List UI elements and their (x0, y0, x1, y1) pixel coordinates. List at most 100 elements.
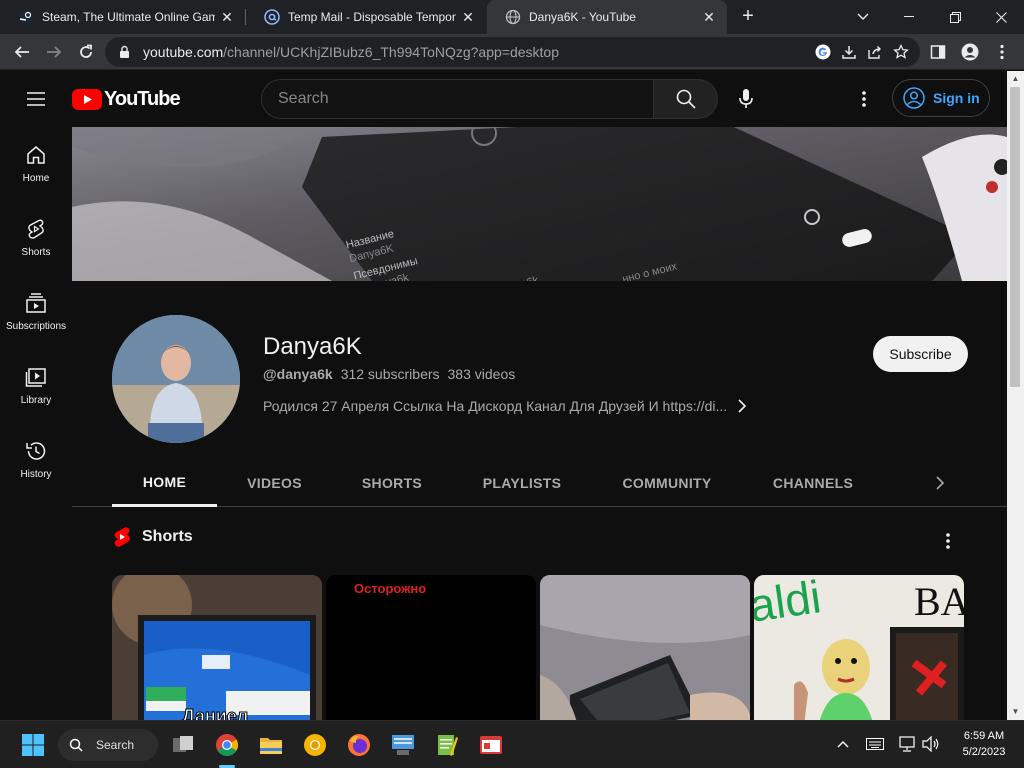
tab-home[interactable]: HOME (112, 459, 217, 507)
scroll-up-arrow-icon[interactable]: ▲ (1007, 71, 1024, 87)
chrome-canary-icon[interactable] (300, 730, 330, 760)
svg-text:BA: BA (914, 579, 964, 624)
new-tab-button[interactable]: + (737, 5, 759, 27)
account-icon (903, 87, 925, 109)
svg-text:aldi: aldi (754, 575, 824, 632)
task-view-icon[interactable] (168, 730, 198, 760)
side-panel-icon[interactable] (924, 38, 952, 66)
settings-more-icon[interactable] (850, 85, 878, 113)
notepad-icon[interactable] (432, 730, 462, 760)
youtube-logo[interactable]: YouTube (72, 88, 181, 111)
scroll-down-arrow-icon[interactable]: ▼ (1007, 704, 1024, 720)
install-app-icon[interactable] (840, 43, 858, 61)
profile-icon[interactable] (956, 38, 984, 66)
url-path: /channel/UCKhjZIBubz6_Th994ToNQzg?app=de… (223, 44, 559, 60)
google-icon[interactable] (814, 43, 832, 61)
app-window-icon[interactable] (476, 730, 506, 760)
search-input[interactable] (278, 90, 653, 108)
reload-icon[interactable] (72, 38, 100, 66)
network-icon[interactable] (896, 733, 918, 755)
taskbar-search[interactable]: Search (58, 729, 158, 761)
lock-icon (119, 45, 133, 59)
system-clock[interactable]: 6:59 AM 5/2/2023 (952, 728, 1016, 760)
browser-tab-tempmail[interactable]: Temp Mail - Disposable Tempora ✕ (246, 0, 486, 34)
channel-avatar[interactable] (112, 315, 240, 443)
short-overlay-text: Даниел (181, 706, 249, 721)
short-thumbnail[interactable]: aldi BA (754, 575, 964, 720)
forward-arrow-icon[interactable] (40, 38, 68, 66)
youtube-play-icon (72, 89, 102, 110)
search-icon (69, 738, 83, 755)
keyboard-icon[interactable] (864, 733, 886, 755)
hamburger-menu-icon[interactable] (24, 87, 48, 111)
short-thumbnail[interactable] (540, 575, 750, 720)
guide-item-shorts[interactable]: Shorts (0, 201, 72, 275)
scrollbar-thumb[interactable] (1010, 87, 1020, 387)
file-explorer-icon[interactable] (256, 730, 286, 760)
shorts-shelf-header: Shorts (112, 526, 193, 548)
volume-icon[interactable] (920, 733, 942, 755)
guide-item-subscriptions[interactable]: Subscriptions (0, 275, 72, 349)
tab-videos[interactable]: VIDEOS (237, 459, 312, 507)
guide-item-label: History (20, 469, 52, 480)
shorts-icon (24, 217, 48, 241)
channel-name: Danya6K (263, 333, 362, 360)
channel-banner: Название Danya6K Псевдонимы @danya6k URL… (72, 127, 1007, 281)
mini-guide: Home Shorts Subscriptions Library Histor… (0, 127, 72, 497)
close-tab-icon[interactable]: ✕ (460, 9, 476, 26)
firefox-icon[interactable] (344, 730, 374, 760)
short-thumbnail[interactable]: Осторожно (326, 575, 536, 720)
channel-handle: @danya6k (263, 366, 333, 382)
shelf-title: Shorts (142, 528, 193, 545)
history-icon (24, 439, 48, 463)
tab-community[interactable]: COMMUNITY (612, 459, 722, 507)
sign-in-label: Sign in (933, 90, 980, 106)
guide-item-history[interactable]: History (0, 423, 72, 497)
chevron-right-icon (737, 399, 747, 413)
chrome-taskbar-icon[interactable] (212, 730, 242, 760)
sign-in-button[interactable]: Sign in (892, 79, 990, 117)
bookmark-star-icon[interactable] (892, 43, 910, 61)
tab-channels[interactable]: CHANNELS (762, 459, 864, 507)
youtube-page: YouTube Sign in (0, 71, 1007, 720)
close-tab-icon[interactable]: ✕ (219, 9, 235, 26)
globe-icon (505, 9, 521, 25)
search-icon (676, 89, 696, 109)
shelf-more-icon[interactable] (936, 529, 960, 553)
share-icon[interactable] (866, 43, 884, 61)
logo-wordmark: YouTube (104, 88, 181, 110)
short-thumbnail[interactable]: Даниел (112, 575, 322, 720)
tab-search-icon[interactable] (840, 0, 886, 34)
channel-description[interactable]: Родился 27 Апреля Ссылка На Дискорд Кана… (263, 398, 747, 414)
subscribe-button[interactable]: Subscribe (873, 336, 968, 372)
guide-item-home[interactable]: Home (0, 127, 72, 201)
windows-taskbar: Search 6:59 AM 5/2/2023 (0, 720, 1024, 768)
browser-toolbar: youtube.com/channel/UCKhjZIBubz6_Th994To… (0, 34, 1024, 70)
browser-tab-steam[interactable]: Steam, The Ultimate Online Gam ✕ (0, 0, 245, 34)
home-icon (24, 143, 48, 167)
tabs-next-chevron-icon[interactable] (928, 471, 952, 495)
guide-item-label: Subscriptions (5, 321, 67, 332)
minimize-icon[interactable] (886, 0, 932, 34)
voice-search-button[interactable] (730, 83, 762, 115)
subscriber-count: 312 subscribers (340, 366, 440, 382)
back-arrow-icon[interactable] (8, 38, 36, 66)
search-box[interactable] (261, 79, 654, 119)
close-tab-icon[interactable]: ✕ (701, 9, 717, 26)
page-scrollbar[interactable]: ▲ ▼ (1007, 71, 1024, 720)
restore-icon[interactable] (932, 0, 978, 34)
touch-keyboard-app-icon[interactable] (388, 730, 418, 760)
tab-playlists[interactable]: PLAYLISTS (472, 459, 572, 507)
tab-shorts[interactable]: SHORTS (354, 459, 430, 507)
chrome-menu-icon[interactable] (988, 38, 1016, 66)
library-icon (24, 365, 48, 389)
close-window-icon[interactable] (978, 0, 1024, 34)
windows-start-icon[interactable] (18, 730, 48, 760)
guide-item-library[interactable]: Library (0, 349, 72, 423)
masthead: YouTube Sign in (0, 71, 1007, 127)
browser-tab-youtube[interactable]: Danya6K - YouTube ✕ (487, 0, 727, 34)
address-bar[interactable]: youtube.com/channel/UCKhjZIBubz6_Th994To… (105, 37, 920, 67)
show-hidden-icons-chevron-icon[interactable] (832, 733, 854, 755)
guide-item-label: Library (20, 395, 52, 406)
search-button[interactable] (654, 79, 718, 119)
